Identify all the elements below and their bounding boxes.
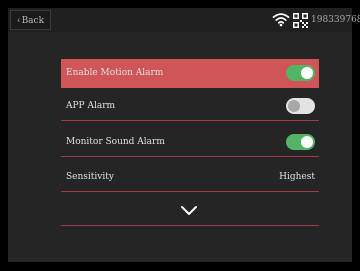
toggle-knob: [301, 67, 313, 79]
toggle-knob: [301, 136, 313, 148]
sound-alarm-toggle[interactable]: [286, 134, 315, 150]
qr-code-icon[interactable]: [293, 13, 308, 28]
toggle-knob: [288, 100, 300, 112]
motion-alarm-toggle[interactable]: [286, 65, 315, 81]
chevron-left-icon: ‹: [16, 16, 21, 26]
back-label: Back: [21, 16, 45, 26]
chevron-down-icon[interactable]: [179, 205, 199, 217]
sensitivity-value: Highest: [279, 172, 315, 182]
device-id: 1983397686: [311, 15, 360, 25]
setting-label: Enable Motion Alarm: [66, 68, 164, 78]
screen: ‹Back 1983397686 Enable Motion Alarm: [0, 0, 360, 271]
top-bar: ‹Back 1983397686: [8, 8, 360, 32]
settings-panel: Enable Motion Alarm APP Alarm Monitor So…: [8, 32, 352, 262]
setting-label: Monitor Sound Alarm: [66, 137, 165, 147]
app-alarm-toggle[interactable]: [286, 98, 315, 114]
setting-row-app-alarm[interactable]: APP Alarm: [61, 92, 319, 121]
setting-row-motion-alarm[interactable]: Enable Motion Alarm: [61, 59, 319, 88]
setting-row-sound-alarm[interactable]: Monitor Sound Alarm: [61, 128, 319, 157]
setting-label: APP Alarm: [66, 101, 116, 111]
wifi-icon: [272, 13, 290, 27]
expand-row[interactable]: [61, 198, 319, 226]
setting-row-sensitivity[interactable]: Sensitivity Highest: [61, 163, 319, 192]
setting-label: Sensitivity: [66, 172, 114, 182]
back-button[interactable]: ‹Back: [10, 10, 51, 30]
